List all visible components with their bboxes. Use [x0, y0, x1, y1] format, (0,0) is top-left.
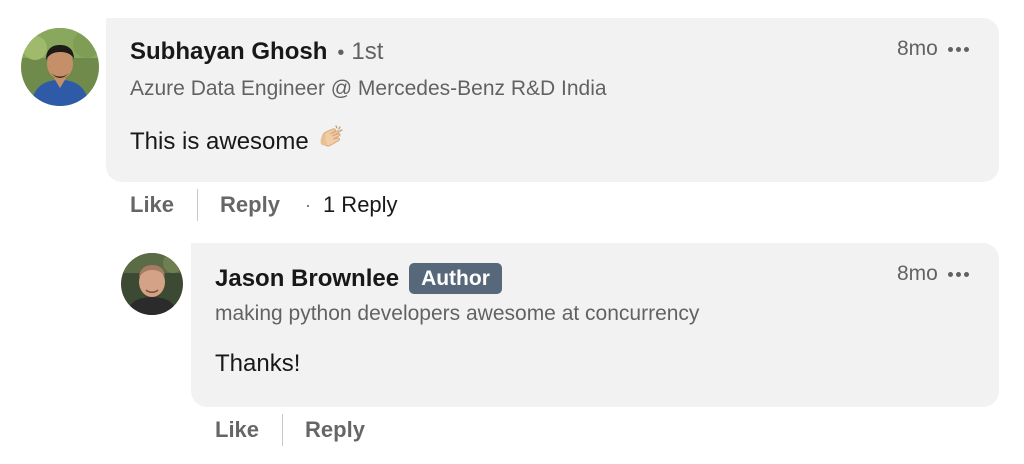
avatar-photo-subhayan	[21, 28, 99, 106]
reply-text: Thanks!	[215, 350, 300, 378]
reply-author-name[interactable]: Jason Brownlee	[215, 265, 399, 293]
author-name[interactable]: Subhayan Ghosh	[130, 38, 327, 66]
comments-thread: Subhayan Ghosh • 1st Azure Data Engineer …	[0, 0, 1024, 464]
like-button[interactable]: Like	[130, 192, 174, 218]
comment-text: This is awesome	[130, 124, 345, 159]
comment-meta: 8mo	[897, 37, 969, 61]
degree-separator: •	[337, 42, 345, 64]
reply-avatar[interactable]	[121, 253, 183, 315]
reply-actions: Like Reply	[215, 414, 365, 446]
reply-meta: 8mo	[897, 262, 969, 286]
degree-label: 1st	[351, 38, 384, 65]
clapping-hands-icon	[317, 124, 345, 159]
reply-more-options-icon[interactable]	[947, 271, 969, 277]
comment-actions: Like Reply · 1 Reply	[130, 189, 398, 221]
reply-reply-button[interactable]: Reply	[305, 417, 365, 443]
connection-degree: • 1st	[337, 38, 383, 66]
comment-body: This is awesome	[130, 127, 309, 155]
reply-button[interactable]: Reply	[220, 192, 280, 218]
reply-author-row: Jason Brownlee Author	[215, 263, 502, 294]
more-options-icon[interactable]	[947, 46, 969, 52]
action-divider	[197, 189, 199, 221]
comment-author-row: Subhayan Ghosh • 1st	[130, 38, 383, 66]
avatar-photo-jason	[121, 253, 183, 315]
avatar[interactable]	[21, 28, 99, 106]
reply-body: Thanks!	[215, 350, 301, 377]
timestamp: 8mo	[897, 37, 938, 60]
author-headline: Azure Data Engineer @ Mercedes-Benz R&D …	[130, 77, 607, 100]
reply-action-divider	[282, 414, 284, 446]
reply-author-headline: making python developers awesome at conc…	[215, 302, 700, 325]
reply-like-button[interactable]: Like	[215, 417, 259, 443]
separator-dot: ·	[304, 194, 311, 215]
author-badge: Author	[409, 263, 502, 294]
replies-count-link[interactable]: 1 Reply	[323, 192, 398, 218]
reply-timestamp: 8mo	[897, 262, 938, 285]
